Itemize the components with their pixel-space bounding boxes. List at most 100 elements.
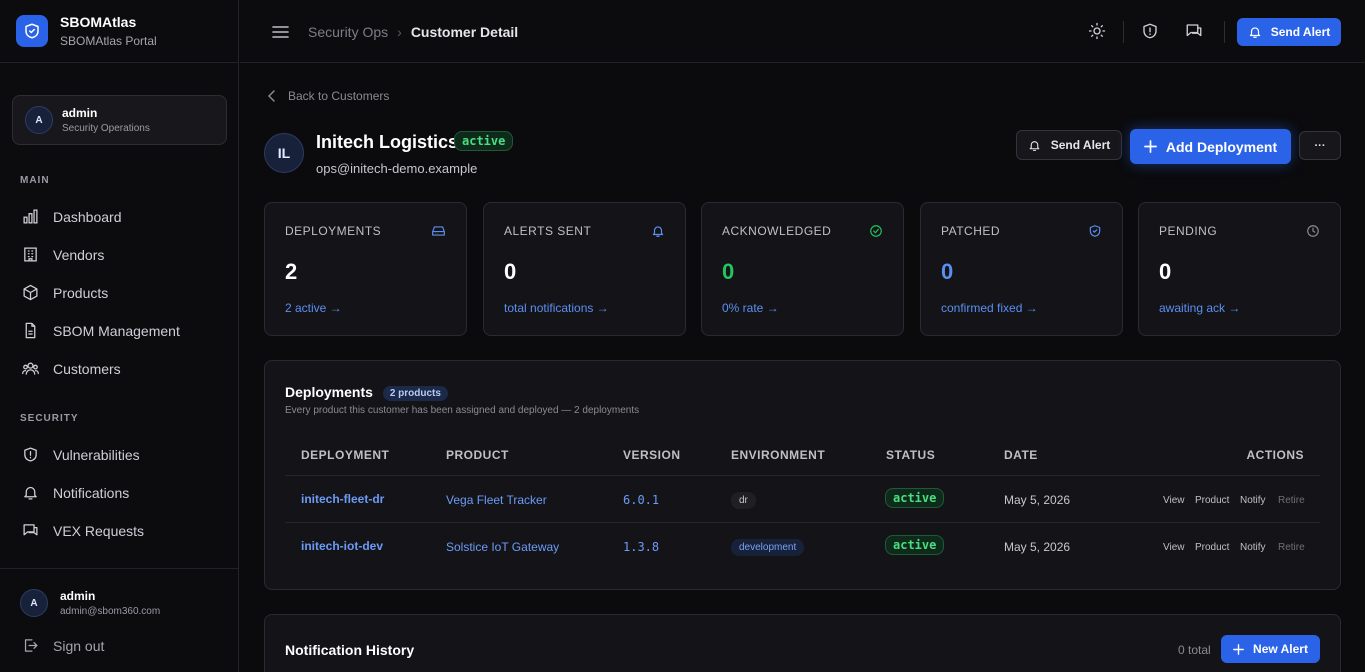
stat-link[interactable]: confirmed fixed → (941, 301, 1038, 315)
stat-link[interactable]: awaiting ack → (1159, 301, 1240, 315)
sidebar-item-label: Vendors (53, 246, 105, 263)
stat-value: 0 (722, 259, 735, 284)
send-alert-button[interactable]: Send Alert (1237, 18, 1341, 46)
view-action[interactable]: View (1163, 495, 1185, 506)
column-header[interactable]: VERSION (623, 448, 681, 462)
sign-out-icon (24, 639, 38, 652)
column-header[interactable]: DEPLOYMENT (301, 448, 389, 462)
sidebar-item-dashboard[interactable]: Dashboard (22, 208, 122, 225)
topbar: Security Ops › Customer Detail Send Aler… (240, 0, 1365, 63)
chat-icon[interactable] (1184, 22, 1204, 40)
stat-card-patched[interactable]: PATCHED 0 confirmed fixed → (920, 202, 1123, 336)
breadcrumb-parent[interactable]: Security Ops (308, 24, 388, 40)
sidebar-item-label: SBOM Management (53, 322, 180, 339)
nav-heading-main: MAIN (20, 175, 50, 186)
users-icon (22, 362, 39, 375)
bell-icon (1249, 27, 1260, 38)
retire-action[interactable]: Retire (1278, 542, 1305, 553)
sidebar-item-label: Customers (53, 360, 121, 377)
notification-total: 0 total (1178, 643, 1211, 657)
stat-card-pending[interactable]: PENDING 0 awaiting ack → (1138, 202, 1341, 336)
version: 6.0.1 (623, 493, 660, 507)
stat-card-deployments[interactable]: DEPLOYMENTS 2 2 active → (264, 202, 467, 336)
nav-heading-security: SECURITY (20, 413, 79, 424)
stat-link[interactable]: 2 active → (285, 301, 342, 315)
sidebar-item-notifications[interactable]: Notifications (22, 484, 129, 501)
send-alert-button[interactable]: Send Alert (1016, 130, 1122, 160)
product-action[interactable]: Product (1195, 495, 1229, 506)
sun-icon[interactable] (1088, 22, 1106, 40)
footer-user-name: admin (60, 589, 96, 603)
deployment-link[interactable]: initech-fleet-dr (301, 492, 384, 506)
product-link[interactable]: Solstice IoT Gateway (446, 540, 559, 554)
stat-card-acknowledged[interactable]: ACKNOWLEDGED 0 0% rate → (701, 202, 904, 336)
sidebar-item-label: Vulnerabilities (53, 446, 140, 463)
stat-value: 0 (1159, 259, 1172, 284)
new-alert-label: New Alert (1253, 642, 1308, 656)
column-header[interactable]: STATUS (886, 448, 935, 462)
divider (285, 522, 1320, 523)
more-options-button[interactable]: ··· (1299, 131, 1341, 160)
retire-action[interactable]: Retire (1278, 495, 1305, 506)
column-header[interactable]: ENVIRONMENT (731, 448, 825, 462)
date: May 5, 2026 (1004, 493, 1071, 507)
back-to-customers-link[interactable]: Back to Customers (268, 89, 389, 103)
plus-icon (1233, 643, 1244, 655)
sidebar-item-products[interactable]: Products (22, 284, 108, 301)
column-header[interactable]: DATE (1004, 448, 1038, 462)
more-icon: ··· (1314, 139, 1326, 152)
count-chip: 2 products (382, 386, 448, 401)
product-link[interactable]: Vega Fleet Tracker (446, 493, 547, 507)
brand-name: SBOMAtlas (60, 14, 137, 30)
deployments-panel: Deployments 2 products Every product thi… (264, 360, 1341, 590)
building-icon (24, 247, 37, 262)
environment-chip: dr (731, 492, 756, 509)
user-card[interactable]: A admin Security Operations (12, 95, 227, 145)
sidebar-item-label: Notifications (53, 484, 130, 501)
shield-alert-icon (24, 447, 37, 462)
shield-alert-icon[interactable] (1141, 22, 1159, 40)
add-deployment-button[interactable]: Add Deployment (1130, 129, 1291, 164)
box-icon (23, 284, 38, 301)
avatar: A (20, 589, 48, 617)
sidebar-item-vulnerabilities[interactable]: Vulnerabilities (22, 446, 140, 463)
stat-link[interactable]: total notifications → (504, 301, 609, 315)
notify-action[interactable]: Notify (1240, 495, 1266, 506)
deployments-title: Deployments 2 products (285, 384, 448, 401)
shield-check-icon (1089, 225, 1101, 237)
bell-icon (24, 486, 37, 500)
customer-name: Initech Logistics (316, 132, 459, 152)
stat-label: ACKNOWLEDGED (722, 224, 832, 238)
plus-icon (1143, 140, 1157, 153)
product-action[interactable]: Product (1195, 542, 1229, 553)
brand-subtitle: SBOMAtlas Portal (60, 34, 157, 48)
shield-check-icon (16, 15, 48, 47)
footer-user-email: admin@sbom360.com (60, 606, 161, 617)
footer-user[interactable]: A admin admin@sbom360.com (20, 589, 160, 617)
stat-card-alerts-sent[interactable]: ALERTS SENT 0 total notifications → (483, 202, 686, 336)
sidebar-item-vex-requests[interactable]: VEX Requests (22, 522, 144, 539)
bell-icon (1029, 140, 1040, 151)
back-label: Back to Customers (288, 89, 390, 103)
notify-action[interactable]: Notify (1240, 542, 1266, 553)
menu-icon[interactable] (272, 24, 289, 40)
sidebar-item-customers[interactable]: Customers (22, 360, 121, 377)
user-role: Security Operations (62, 123, 150, 134)
deployment-link[interactable]: initech-iot-dev (301, 539, 383, 553)
user-name: admin (62, 106, 98, 120)
stat-link[interactable]: 0% rate → (722, 301, 779, 315)
brand[interactable]: SBOMAtlas SBOMAtlas Portal (0, 0, 238, 63)
bell-icon (652, 226, 664, 237)
stat-label: PENDING (1159, 224, 1218, 238)
stat-label: DEPLOYMENTS (285, 224, 382, 238)
sidebar-item-vendors[interactable]: Vendors (22, 246, 104, 263)
column-header[interactable]: PRODUCT (446, 448, 509, 462)
divider (1224, 21, 1225, 43)
check-circle-icon (870, 225, 882, 237)
sign-out-button[interactable]: Sign out (22, 637, 104, 654)
new-alert-button[interactable]: New Alert (1221, 635, 1320, 663)
environment-chip: development (731, 539, 805, 556)
view-action[interactable]: View (1163, 542, 1185, 553)
sign-out-label: Sign out (53, 637, 105, 654)
sidebar-item-sbom-management[interactable]: SBOM Management (22, 322, 180, 339)
